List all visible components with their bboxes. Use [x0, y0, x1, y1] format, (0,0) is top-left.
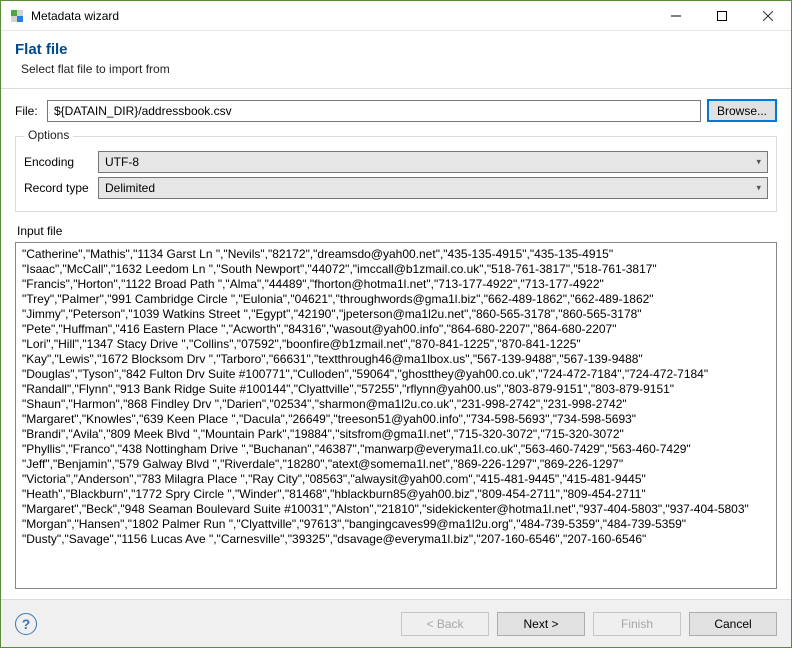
preview-line: "Phyllis","Franco","438 Nottingham Drive… [22, 442, 770, 457]
app-icon [9, 8, 25, 24]
content-area: File: Browse... Options Encoding UTF-8 ▾… [1, 89, 791, 599]
preview-line: "Trey","Palmer","991 Cambridge Circle ",… [22, 292, 770, 307]
preview-line: "Victoria","Anderson","783 Milagra Place… [22, 472, 770, 487]
preview-line: "Kay","Lewis","1672 Blocksom Drv ","Tarb… [22, 352, 770, 367]
wizard-footer: ? < Back Next > Finish Cancel [1, 599, 791, 647]
options-group-label: Options [24, 128, 73, 142]
help-icon[interactable]: ? [15, 613, 37, 635]
file-row: File: Browse... [15, 99, 777, 122]
preview-line: "Margaret","Beck","948 Seaman Boulevard … [22, 502, 770, 517]
chevron-down-icon: ▾ [756, 183, 761, 194]
input-file-preview[interactable]: "Catherine","Mathis","1134 Garst Ln ","N… [15, 242, 777, 589]
record-type-row: Record type Delimited ▾ [24, 177, 768, 199]
record-type-label: Record type [24, 181, 98, 195]
preview-line: "Douglas","Tyson","842 Fulton Drv Suite … [22, 367, 770, 382]
record-type-select[interactable]: Delimited ▾ [98, 177, 768, 199]
options-group: Options Encoding UTF-8 ▾ Record type Del… [15, 136, 777, 212]
chevron-down-icon: ▾ [756, 157, 761, 168]
record-type-value: Delimited [105, 181, 155, 195]
browse-button[interactable]: Browse... [707, 99, 777, 122]
cancel-button[interactable]: Cancel [689, 612, 777, 636]
encoding-value: UTF-8 [105, 155, 139, 169]
file-label: File: [15, 104, 41, 118]
file-path-input[interactable] [47, 100, 701, 122]
preview-line: "Isaac","McCall","1632 Leedom Ln ","Sout… [22, 262, 770, 277]
encoding-select[interactable]: UTF-8 ▾ [98, 151, 768, 173]
preview-line: "Shaun","Harmon","868 Findley Drv ","Dar… [22, 397, 770, 412]
encoding-row: Encoding UTF-8 ▾ [24, 151, 768, 173]
finish-button[interactable]: Finish [593, 612, 681, 636]
preview-line: "Jeff","Benjamin","579 Galway Blvd ","Ri… [22, 457, 770, 472]
preview-line: "Jimmy","Peterson","1039 Watkins Street … [22, 307, 770, 322]
preview-line: "Randall","Flynn","913 Bank Ridge Suite … [22, 382, 770, 397]
titlebar: Metadata wizard [1, 1, 791, 31]
window-title: Metadata wizard [31, 9, 653, 23]
preview-line: "Morgan","Hansen","1802 Palmer Run ","Cl… [22, 517, 770, 532]
preview-line: "Lori","Hill","1347 Stacy Drive ","Colli… [22, 337, 770, 352]
minimize-button[interactable] [653, 1, 699, 31]
page-title: Flat file [15, 41, 777, 58]
maximize-button[interactable] [699, 1, 745, 31]
page-subtitle: Select flat file to import from [15, 62, 777, 76]
wizard-window: Metadata wizard Flat file Select flat fi… [0, 0, 792, 648]
back-button[interactable]: < Back [401, 612, 489, 636]
preview-line: "Brandi","Avila","809 Meek Blvd ","Mount… [22, 427, 770, 442]
encoding-label: Encoding [24, 155, 98, 169]
preview-line: "Francis","Horton","1122 Broad Path ","A… [22, 277, 770, 292]
preview-line: "Heath","Blackburn","1772 Spry Circle ",… [22, 487, 770, 502]
preview-line: "Catherine","Mathis","1134 Garst Ln ","N… [22, 247, 770, 262]
preview-line: "Dusty","Savage","1156 Lucas Ave ","Carn… [22, 532, 770, 547]
next-button[interactable]: Next > [497, 612, 585, 636]
close-button[interactable] [745, 1, 791, 31]
wizard-header: Flat file Select flat file to import fro… [1, 31, 791, 89]
preview-line: "Pete","Huffman","416 Eastern Place ","A… [22, 322, 770, 337]
preview-line: "Margaret","Knowles","639 Keen Place ","… [22, 412, 770, 427]
preview-label: Input file [17, 224, 777, 238]
